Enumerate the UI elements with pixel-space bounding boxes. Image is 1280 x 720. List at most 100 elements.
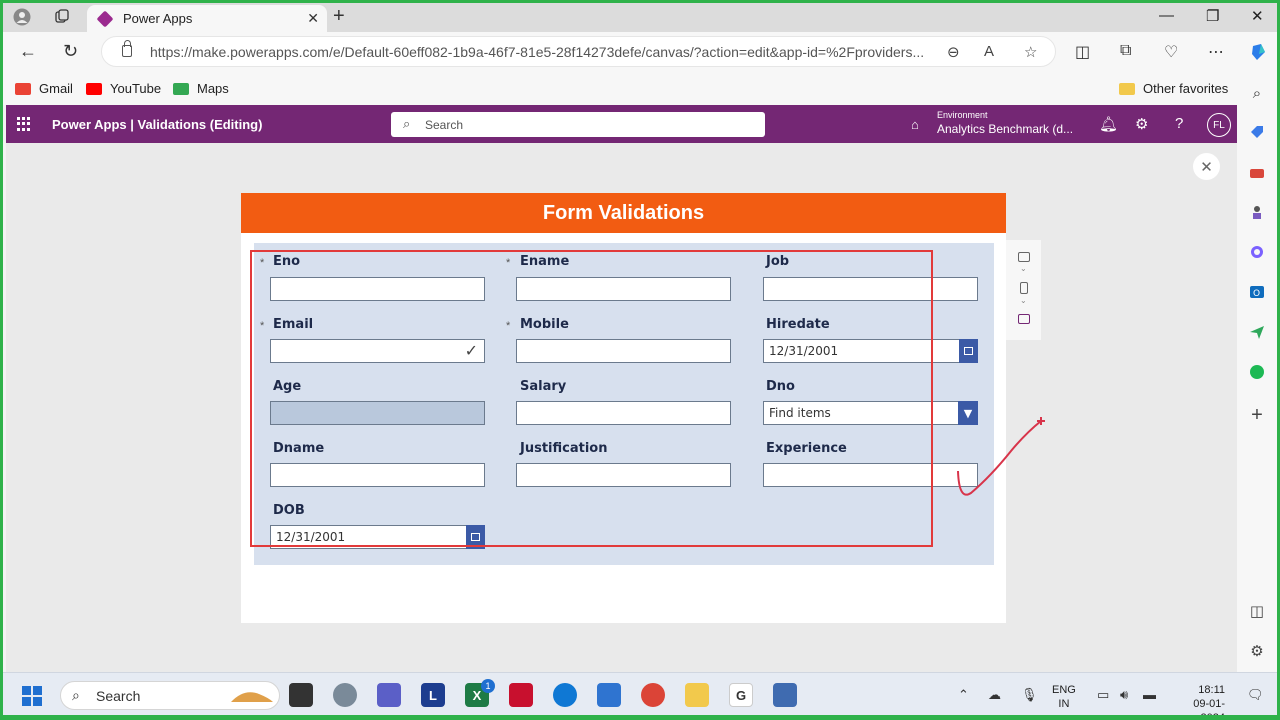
clock[interactable]: 18:11 09-01-2024 [1175, 683, 1225, 715]
copilot-icon[interactable] [1249, 42, 1269, 67]
collections-icon[interactable]: ⧉ [1120, 42, 1131, 60]
calendar-icon[interactable] [959, 339, 978, 363]
taskbar-search[interactable]: ⌕ Search [60, 681, 280, 710]
maps-icon [173, 82, 189, 95]
bookmark-label: Maps [197, 81, 229, 96]
notifications-bell-icon[interactable]: 🔔︎ [1099, 115, 1118, 133]
ename-input[interactable] [516, 277, 731, 301]
favorite-star-icon[interactable]: ☆ [1024, 43, 1037, 61]
required-marker: * [506, 320, 511, 332]
mcafee-icon[interactable] [509, 683, 533, 707]
language-indicator[interactable]: ENG IN [1052, 683, 1076, 711]
more-menu-icon[interactable]: ⋯ [1208, 42, 1224, 62]
chevron-down-icon[interactable]: ⌄ [1020, 264, 1027, 273]
notepad-icon[interactable] [773, 683, 797, 707]
environment-value[interactable]: Analytics Benchmark (d... [937, 122, 1073, 136]
close-tab-icon[interactable]: ✕ [307, 10, 319, 27]
address-bar[interactable]: https://make.powerapps.com/e/Default-60e… [101, 36, 1056, 67]
restore-button[interactable]: ❐ [1206, 7, 1219, 25]
tab-title: Power Apps [123, 11, 193, 26]
sidebar-spotify-icon[interactable] [1247, 362, 1267, 382]
tab-power-apps[interactable]: Power Apps ✕ [87, 5, 327, 32]
google-icon[interactable]: G [729, 683, 753, 707]
sidebar-settings-icon[interactable]: ⚙ [1247, 641, 1267, 661]
store-icon[interactable] [597, 683, 621, 707]
justification-input[interactable] [516, 463, 731, 487]
dob-picker[interactable]: 12/31/2001 [270, 525, 485, 549]
show-hidden-icons-icon[interactable]: ⌃ [958, 687, 969, 703]
hiredate-value: 12/31/2001 [769, 344, 839, 358]
widgets-icon[interactable] [333, 683, 357, 707]
salary-input[interactable] [516, 401, 731, 425]
url-text: https://make.powerapps.com/e/Default-60e… [150, 44, 925, 60]
network-status-icon[interactable]: ☁ [988, 687, 1001, 703]
age-label: Age [273, 379, 302, 394]
form-icon[interactable] [1018, 314, 1030, 324]
read-aloud-icon[interactable]: A [984, 43, 994, 60]
display-icon[interactable]: ▭ [1097, 687, 1109, 703]
canvas-area: ✕ Form Validations * Eno * Ename Job * E… [6, 143, 1237, 672]
edge-icon[interactable] [553, 683, 577, 707]
back-button[interactable]: ← [19, 41, 37, 62]
chrome-icon[interactable] [641, 683, 665, 707]
powerapps-search[interactable]: ⌕ Search [391, 112, 765, 137]
email-input[interactable]: ✓ [270, 339, 485, 363]
eno-input[interactable] [270, 277, 485, 301]
phone-icon[interactable] [1020, 282, 1028, 294]
other-favorites-label: Other favorites [1143, 81, 1229, 96]
experience-input[interactable] [763, 463, 978, 487]
bookmark-gmail[interactable]: Gmail [15, 81, 73, 96]
volume-icon[interactable]: 🔊︎ [1120, 687, 1128, 703]
environment-icon[interactable]: ⌂ [911, 117, 919, 132]
windows-taskbar: ⌕ Search L X 1 G ⌃ ☁ 🎙︎ ENG IN ▭ 🔊︎ ▬ 18… [3, 672, 1277, 715]
new-tab-button[interactable]: + [333, 5, 345, 28]
split-screen-icon[interactable]: ◫ [1075, 42, 1090, 62]
settings-gear-icon[interactable]: ⚙ [1135, 115, 1148, 133]
zoom-icon[interactable]: ⊖ [947, 43, 960, 61]
calendar-icon[interactable] [466, 525, 485, 549]
sidebar-tools-icon[interactable] [1247, 162, 1267, 182]
close-icon[interactable]: ✕ [1193, 153, 1220, 180]
address-row: ← ↻ https://make.powerapps.com/e/Default… [3, 32, 1277, 72]
minimize-button[interactable]: — [1159, 7, 1174, 24]
checkmark-icon: ✓ [464, 341, 478, 360]
sidebar-games-icon[interactable] [1247, 202, 1267, 222]
close-window-button[interactable]: ✕ [1251, 7, 1264, 25]
refresh-button[interactable]: ↻ [63, 41, 78, 62]
microphone-icon[interactable]: 🎙︎ [1021, 687, 1038, 703]
bookmark-maps[interactable]: Maps [173, 81, 229, 96]
sidebar-add-icon[interactable]: + [1247, 404, 1267, 426]
dname-input[interactable] [270, 463, 485, 487]
sidebar-shopping-icon[interactable] [1247, 122, 1267, 142]
app-l-icon[interactable]: L [421, 683, 445, 707]
help-icon[interactable]: ? [1175, 115, 1183, 132]
task-view-icon[interactable] [289, 683, 313, 707]
job-input[interactable] [763, 277, 978, 301]
battery-icon[interactable]: ▬ [1143, 687, 1156, 702]
avatar[interactable]: FL [1207, 113, 1231, 137]
bookmark-youtube[interactable]: YouTube [86, 81, 161, 96]
sidebar-search-icon[interactable]: ⌕ [1247, 83, 1267, 103]
mobile-input[interactable] [516, 339, 731, 363]
file-explorer-icon[interactable] [685, 683, 709, 707]
sidebar-panel-icon[interactable]: ◫ [1247, 601, 1267, 621]
sidebar-outlook-icon[interactable]: O [1247, 282, 1267, 302]
hiredate-label: Hiredate [766, 317, 830, 332]
chevron-down-icon[interactable]: ⌄ [1020, 296, 1027, 305]
justification-label: Justification [520, 441, 608, 456]
sidebar-office-icon[interactable] [1247, 242, 1267, 262]
workspaces-icon[interactable] [49, 6, 75, 28]
windows-start-icon[interactable] [22, 686, 42, 706]
profile-icon[interactable] [9, 6, 35, 28]
dno-combobox[interactable]: Find items ▼ [763, 401, 978, 425]
tablet-icon[interactable] [1018, 252, 1030, 262]
notifications-icon[interactable]: 🗨︎ [1247, 687, 1264, 703]
sidebar-send-icon[interactable] [1247, 322, 1267, 342]
other-favorites[interactable]: Other favorites [1119, 81, 1228, 96]
app-launcher-icon[interactable] [17, 117, 31, 131]
gmail-icon [15, 82, 31, 95]
job-label: Job [766, 254, 790, 269]
hiredate-picker[interactable]: 12/31/2001 [763, 339, 978, 363]
teams-icon[interactable] [377, 683, 401, 707]
health-icon[interactable]: ♡ [1164, 42, 1178, 62]
